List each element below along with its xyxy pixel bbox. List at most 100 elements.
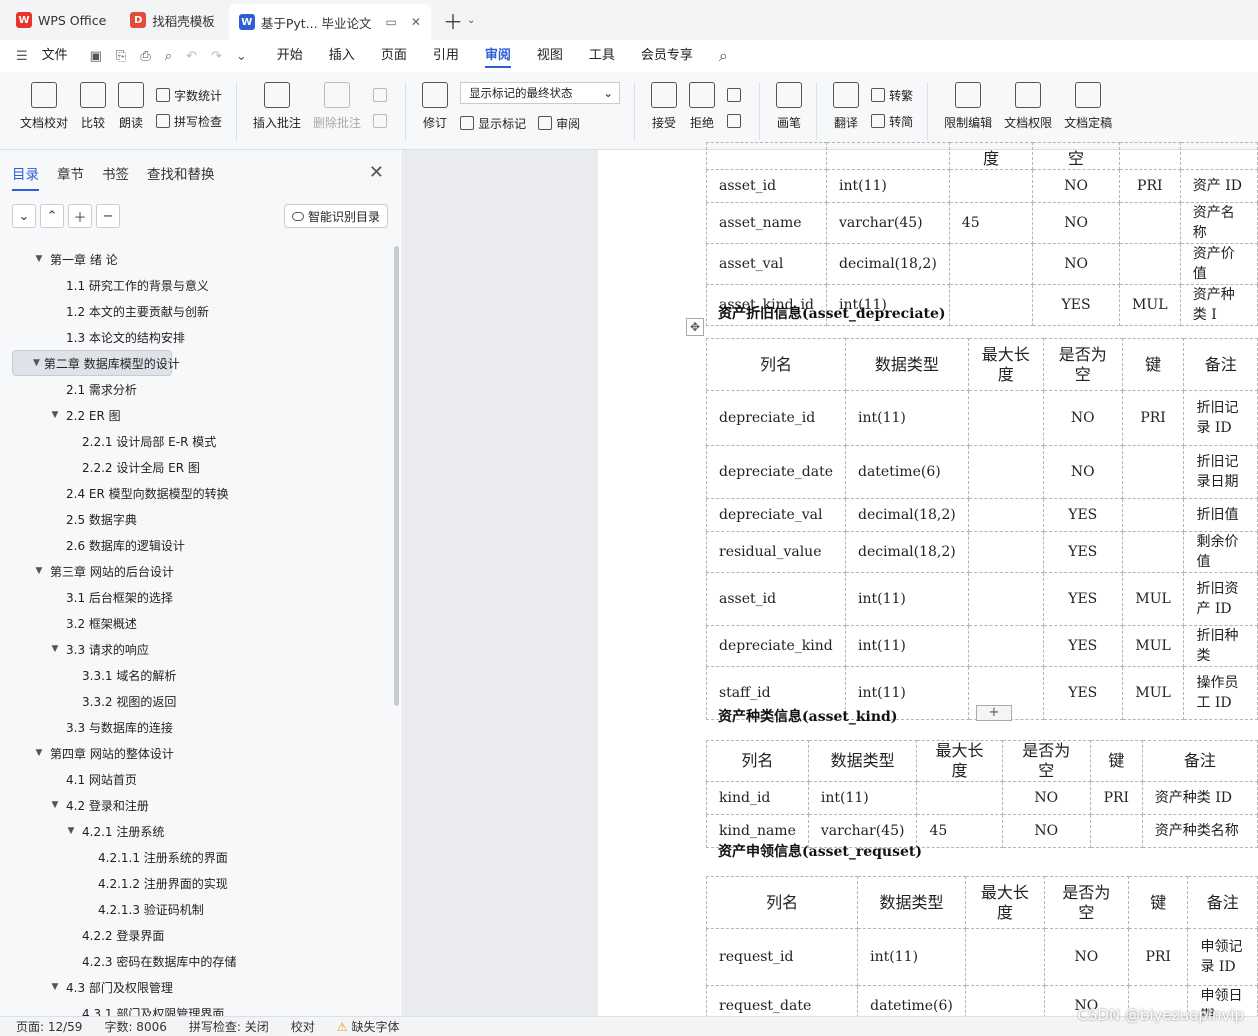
delete-comment-button[interactable]: 删除批注 [313, 82, 361, 140]
chevron-down-icon[interactable]: ⌄ [467, 15, 475, 26]
table-cell[interactable]: 资产种类 I [1179, 284, 1258, 326]
table-cell[interactable]: asset_id [706, 572, 846, 626]
chevron-down-icon[interactable]: ⌄ [12, 204, 36, 228]
table-cell[interactable]: 折旧记录日期 [1183, 445, 1258, 499]
close-icon[interactable]: ✕ [369, 162, 384, 183]
table-cell[interactable] [967, 445, 1044, 499]
table-cell[interactable]: depreciate_kind [706, 625, 846, 667]
menu-view[interactable]: 视图 [537, 40, 563, 72]
table-cell[interactable]: kind_id [706, 781, 809, 815]
save-icon[interactable]: ▣ [90, 49, 102, 64]
header-cell[interactable]: 数据类型 [844, 338, 969, 391]
toc-item[interactable]: 3.3.1 域名的解析 [12, 662, 388, 688]
table-cell[interactable]: MUL [1121, 572, 1185, 626]
toc-item[interactable]: 4.2.1.1 注册系统的界面 [12, 844, 388, 870]
table-cell[interactable]: YES [1042, 531, 1123, 573]
toc-item[interactable]: 4.2.2 登录界面 [12, 922, 388, 948]
next-comment-icon[interactable] [373, 108, 391, 134]
menu-review[interactable]: 审阅 [484, 40, 511, 72]
tab-template[interactable]: D 找稻壳模板 [120, 4, 225, 36]
table-cell[interactable] [948, 243, 1034, 285]
header-cell[interactable]: 最大长度 [967, 338, 1044, 391]
table-cell[interactable]: PRI [1118, 169, 1181, 203]
header-cell[interactable] [705, 142, 828, 170]
read-aloud-button[interactable]: 朗读 [118, 82, 145, 140]
hamburger-icon[interactable]: ☰ [16, 49, 28, 64]
table-cell[interactable]: decimal(18,2) [844, 498, 969, 532]
table-cell[interactable]: datetime(6) [844, 445, 969, 499]
expand-toggle-icon[interactable]: ▼ [64, 826, 78, 836]
toc-item[interactable]: 4.2.3 密码在数据库中的存储 [12, 948, 388, 974]
table-cell[interactable]: 折旧资产 ID [1183, 572, 1258, 626]
table-cell[interactable]: 45 [916, 814, 1003, 848]
pen-button[interactable]: 画笔 [776, 82, 803, 140]
prev-change-icon[interactable] [727, 82, 745, 108]
review-pane-button[interactable]: 审阅 [538, 110, 580, 136]
table-cell[interactable]: int(11) [857, 928, 966, 986]
header-cell[interactable]: 列名 [706, 338, 846, 391]
proof-status[interactable]: 校对 [291, 1018, 315, 1035]
header-cell[interactable]: 度 [948, 142, 1034, 170]
header-cell[interactable]: 列名 [706, 740, 809, 782]
menu-start[interactable]: 开始 [277, 40, 303, 72]
table-cell[interactable] [1121, 531, 1185, 573]
menu-insert[interactable]: 插入 [329, 40, 355, 72]
header-cell[interactable]: 备注 [1183, 338, 1258, 391]
expand-toggle-icon[interactable]: ▼ [48, 800, 62, 810]
spell-status[interactable]: 拼写检查: 关闭 [189, 1018, 269, 1035]
table-cell[interactable]: YES [1042, 625, 1123, 667]
toc-item[interactable]: 3.3.2 视图的返回 [12, 688, 388, 714]
table-cell[interactable]: 资产种类名称 [1141, 814, 1258, 848]
header-cell[interactable]: 键 [1121, 338, 1185, 391]
to-simplified-button[interactable]: 转简 [871, 108, 913, 134]
revise-button[interactable]: 修订 [422, 82, 449, 140]
search-icon[interactable]: ⌕ [719, 46, 728, 66]
table-cell[interactable]: varchar(45) [826, 202, 950, 244]
header-cell[interactable] [1179, 142, 1258, 170]
minus-icon[interactable]: − [96, 204, 120, 228]
tab-document[interactable]: W 基于Pyt... 毕业论文 ▭ ✕ [228, 4, 431, 40]
table-cell[interactable]: MUL [1121, 666, 1185, 720]
toc-item[interactable]: 4.1 网站首页 [12, 766, 388, 792]
header-cell[interactable] [826, 142, 950, 170]
expand-toggle-icon[interactable]: ▼ [48, 410, 62, 420]
header-cell[interactable]: 键 [1127, 876, 1189, 929]
move-table-icon[interactable]: ✥ [686, 318, 704, 336]
toc-item[interactable]: 4.2.1.2 注册界面的实现 [12, 870, 388, 896]
toc-item[interactable]: 2.2.2 设计全局 ER 图 [12, 454, 388, 480]
toc-item[interactable]: 2.1 需求分析 [12, 376, 388, 402]
toc-item[interactable]: 4.2.1.3 验证码机制 [12, 896, 388, 922]
toc-item[interactable]: 1.3 本论文的结构安排 [12, 324, 388, 350]
table-cell[interactable]: PRI [1089, 781, 1143, 815]
table-cell[interactable] [1118, 243, 1181, 285]
share-icon[interactable]: ⎘ [116, 49, 126, 64]
table-cell[interactable] [916, 781, 1003, 815]
compare-button[interactable]: 比较 [80, 82, 107, 140]
table-cell[interactable]: 剩余价值 [1183, 531, 1258, 573]
new-tab-icon[interactable]: ＋ [443, 6, 463, 35]
tab-chapters[interactable]: 章节 [57, 163, 84, 183]
table-cell[interactable] [964, 928, 1045, 986]
table-cell[interactable]: asset_val [705, 243, 828, 285]
table-cell[interactable] [948, 284, 1034, 326]
preview-icon[interactable]: ⌕ [165, 49, 172, 64]
toc-item[interactable]: 4.3.1 部门及权限管理界面 [12, 1000, 388, 1017]
translate-button[interactable]: 翻译 [833, 82, 860, 140]
table-cell[interactable]: int(11) [807, 781, 918, 815]
table-cell[interactable]: int(11) [826, 169, 950, 203]
proofread-button[interactable]: 文档校对 [20, 82, 68, 140]
print-icon[interactable]: ⎙ [140, 49, 150, 64]
header-cell[interactable] [1118, 142, 1181, 170]
accept-button[interactable]: 接受 [651, 82, 678, 140]
table-cell[interactable]: NO [1042, 445, 1123, 499]
menu-tools[interactable]: 工具 [589, 40, 615, 72]
table-cell[interactable]: YES [1042, 666, 1123, 720]
table-cell[interactable] [967, 531, 1044, 573]
toc-item[interactable]: ▼ 第一章 绪 论 [12, 246, 388, 272]
toc-item[interactable]: 1.2 本文的主要贡献与创新 [12, 298, 388, 324]
table-cell[interactable] [967, 625, 1044, 667]
spellcheck-button[interactable]: 拼写检查 [156, 108, 222, 134]
table-cell[interactable]: YES [1042, 572, 1123, 626]
chevron-up-icon[interactable]: ⌃ [40, 204, 64, 228]
expand-toggle-icon[interactable]: ▼ [32, 254, 46, 264]
